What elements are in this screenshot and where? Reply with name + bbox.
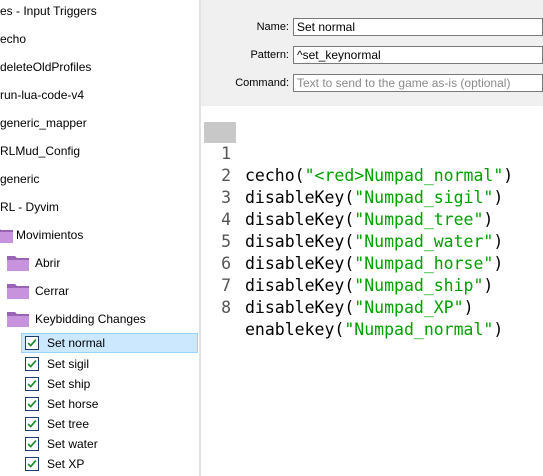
tree-item-label: Set XP: [47, 457, 85, 471]
tree-item-set-water[interactable]: Set water: [21, 434, 198, 454]
tree-item-label: Set tree: [47, 417, 90, 431]
tree-item[interactable]: echo: [0, 29, 199, 49]
tree-item-set-horse[interactable]: Set horse: [21, 394, 198, 414]
check-icon[interactable]: [25, 397, 39, 411]
code-string: "Numpad_water": [354, 232, 494, 251]
code-text: disableKey("Numpad_horse"): [245, 253, 503, 275]
tree-item[interactable]: RL - Dyvim: [0, 197, 199, 217]
code-text: disableKey("Numpad_XP"): [245, 297, 474, 319]
code-close: ): [493, 254, 504, 273]
trigger-properties-form: Name: Pattern: Command:: [201, 0, 543, 106]
code-string: "Numpad_tree": [354, 210, 484, 229]
tree-item[interactable]: generic: [0, 169, 199, 189]
code-text: disableKey("Numpad_ship"): [245, 275, 493, 297]
script-editor[interactable]: 1 cecho("<red>Numpad_normal") 2 disableK…: [201, 106, 543, 476]
code-text: enablekey("Numpad_normal"): [245, 319, 503, 341]
tree-item-set-sigil[interactable]: Set sigil: [21, 354, 198, 374]
check-icon[interactable]: [25, 437, 39, 451]
tree-item-label: Set ship: [47, 377, 91, 391]
tree-item[interactable]: generic_mapper: [0, 113, 199, 133]
tree-item-label: Set water: [47, 437, 98, 451]
code-text: disableKey("Numpad_sigil"): [245, 187, 503, 209]
pattern-field[interactable]: [293, 46, 543, 64]
tree-folder-abrir[interactable]: Abrir: [0, 253, 199, 273]
tree-item-label: Set horse: [47, 397, 99, 411]
code-close: ): [493, 232, 504, 251]
tree-item-label: Keybidding Changes: [35, 312, 146, 326]
name-field[interactable]: [293, 18, 543, 36]
folder-icon: [7, 312, 29, 327]
code-line[interactable]: 3 disableKey("Numpad_tree"): [201, 165, 493, 229]
code-close: ): [483, 210, 494, 229]
code-call: disableKey(: [245, 232, 355, 251]
folder-icon: [7, 284, 29, 299]
tree-item-set-tree[interactable]: Set tree: [21, 414, 198, 434]
tree-item-label: generic_mapper: [0, 116, 87, 130]
command-field[interactable]: [293, 74, 543, 92]
tree-item-label: Set sigil: [47, 357, 90, 371]
code-call: disableKey(: [245, 188, 355, 207]
line-number: 8: [221, 298, 231, 317]
check-icon[interactable]: [25, 457, 39, 471]
code-close: ): [493, 320, 504, 339]
code-close: ): [463, 298, 474, 317]
check-icon[interactable]: [25, 377, 39, 391]
tree-item-label: Movimientos: [16, 228, 84, 242]
code-text: cecho("<red>Numpad_normal"): [245, 165, 513, 187]
code-line[interactable]: 4 disableKey("Numpad_water"): [201, 187, 503, 251]
tree-item-label: RLMud_Config: [0, 144, 81, 158]
tree-item-label: echo: [0, 32, 27, 46]
check-icon[interactable]: [25, 417, 39, 431]
tree-item-set-xp[interactable]: Set XP: [21, 454, 198, 474]
code-string: "Numpad_XP": [354, 298, 464, 317]
trigger-editor-window: es - Input Triggers echo deleteOldProfil…: [0, 0, 543, 476]
name-label: Name:: [256, 21, 289, 33]
tree-item-set-normal[interactable]: Set normal: [21, 333, 198, 353]
tree-item-label: es - Input Triggers: [0, 4, 97, 18]
tree-item-label: deleteOldProfiles: [0, 60, 92, 74]
code-string: "Numpad_sigil": [354, 188, 494, 207]
check-icon[interactable]: [25, 357, 39, 371]
tree-item-label: Cerrar: [35, 284, 70, 298]
code-line[interactable]: 1 cecho("<red>Numpad_normal"): [201, 121, 513, 185]
folder-icon: [0, 229, 13, 243]
trigger-tree[interactable]: es - Input Triggers echo deleteOldProfil…: [0, 0, 199, 476]
tree-item-label: Set normal: [47, 336, 106, 350]
code-text: disableKey("Numpad_tree"): [245, 209, 493, 231]
code-close: ): [493, 188, 504, 207]
code-line[interactable]: 8 enablekey("Numpad_normal"): [201, 275, 503, 339]
tree-item[interactable]: deleteOldProfiles: [0, 57, 199, 77]
code-line[interactable]: 7 disableKey("Numpad_XP"): [201, 253, 473, 317]
tree-item[interactable]: es - Input Triggers: [0, 1, 199, 21]
tree-item-label: generic: [0, 172, 40, 186]
code-string: "<red>Numpad_normal": [304, 166, 504, 185]
code-call: disableKey(: [245, 276, 355, 295]
tree-folder-movimientos[interactable]: Movimientos: [0, 225, 199, 245]
tree-folder-keybidding-changes[interactable]: Keybidding Changes: [0, 309, 199, 329]
code-string: "Numpad_horse": [354, 254, 494, 273]
code-string: "Numpad_ship": [354, 276, 484, 295]
tree-item-set-ship[interactable]: Set ship: [21, 374, 198, 394]
tree-item[interactable]: RLMud_Config: [0, 141, 199, 161]
folder-icon: [7, 256, 29, 271]
code-call: disableKey(: [245, 254, 355, 273]
code-call: disableKey(: [245, 210, 355, 229]
code-close: ): [503, 166, 514, 185]
command-label: Command:: [235, 77, 289, 89]
pattern-label: Pattern:: [250, 49, 289, 61]
code-call: disableKey(: [245, 298, 355, 317]
tree-item[interactable]: run-lua-code-v4: [0, 85, 199, 105]
code-line[interactable]: 6 disableKey("Numpad_ship"): [201, 231, 493, 295]
code-string: "Numpad_normal": [344, 320, 494, 339]
code-line[interactable]: 2 disableKey("Numpad_sigil"): [201, 143, 503, 207]
tree-item-label: Abrir: [35, 256, 61, 270]
code-line[interactable]: 5 disableKey("Numpad_horse"): [201, 209, 503, 273]
tree-item-label: RL - Dyvim: [0, 200, 59, 214]
code-call: enablekey(: [245, 320, 345, 339]
check-icon[interactable]: [25, 336, 39, 350]
code-text: disableKey("Numpad_water"): [245, 231, 503, 253]
tree-item-label: run-lua-code-v4: [0, 88, 85, 102]
tree-folder-cerrar[interactable]: Cerrar: [0, 281, 199, 301]
code-close: ): [483, 276, 494, 295]
